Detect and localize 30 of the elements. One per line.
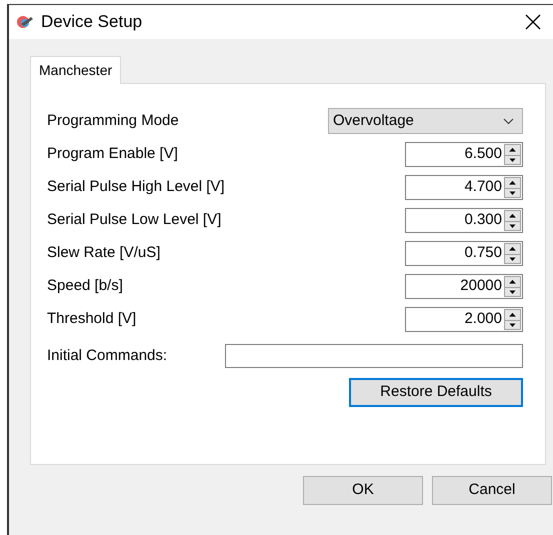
number-spinner[interactable]: 4.700 [405,175,523,200]
app-icon [15,14,35,30]
field-label: Threshold [V] [47,309,136,330]
number-spinner[interactable]: 2.000 [405,307,523,332]
field-label: Initial Commands: [47,346,168,366]
spinner-value: 2.000 [463,309,503,330]
mode-dropdown[interactable]: Overvoltage [328,108,523,134]
number-spinner[interactable]: 20000 [405,274,523,299]
restore-defaults-button[interactable]: Restore Defaults [349,378,523,407]
input-field[interactable] [225,344,523,368]
tab[interactable]: Manchester [30,56,122,84]
dialog-button[interactable]: Cancel [432,476,552,505]
window-title: Device Setup [41,11,142,34]
spinner-value: 4.700 [463,177,503,198]
number-spinner[interactable]: 6.500 [405,142,523,167]
close-icon[interactable] [525,14,541,30]
field-label: Programming Mode [47,110,179,131]
field-label: Speed [b/s] [47,276,123,296]
number-spinner[interactable]: 0.300 [405,208,523,233]
spinner-value: 6.500 [463,144,503,164]
field-label: Serial Pulse High Level [V] [47,177,225,198]
spinner-value: 20000 [459,276,503,296]
field-label: Serial Pulse Low Level [V] [47,210,222,230]
dialog-button[interactable]: OK [303,476,423,505]
field-label: Program Enable [V] [47,144,178,164]
chevron-down-icon [503,118,514,124]
field-label: Slew Rate [V/uS] [47,243,160,264]
number-spinner[interactable]: 0.750 [405,241,523,266]
spinner-value: 0.750 [463,243,503,264]
spinner-value: 0.300 [463,210,503,230]
